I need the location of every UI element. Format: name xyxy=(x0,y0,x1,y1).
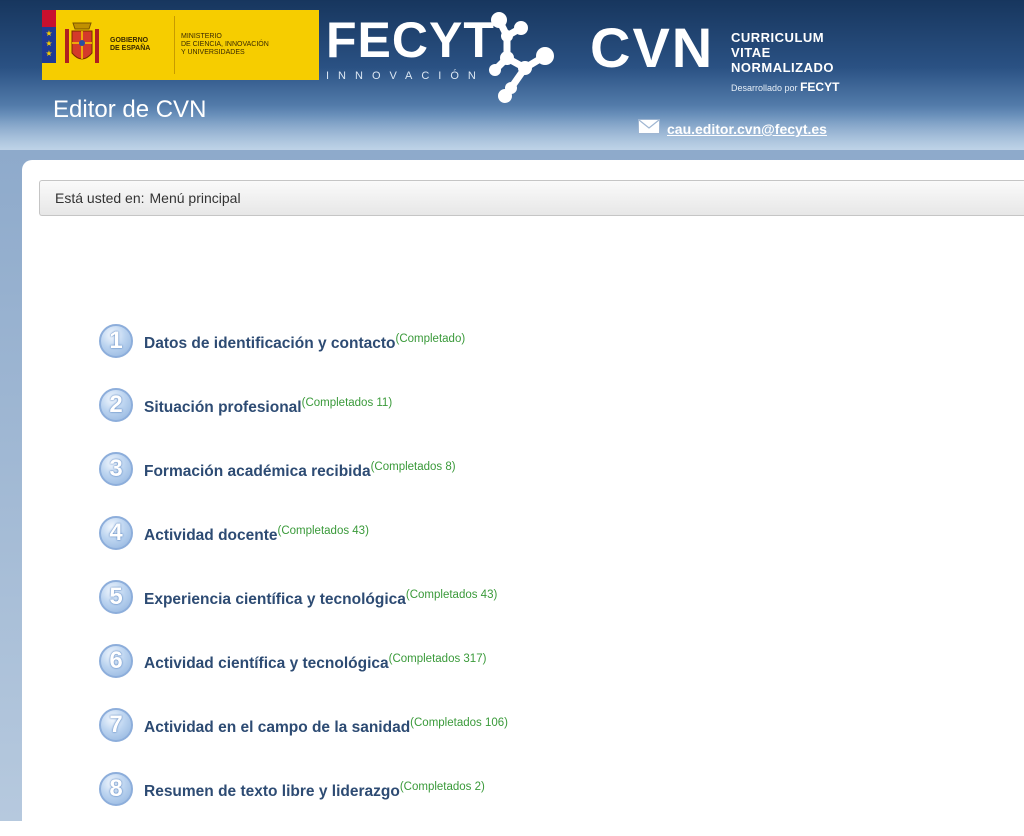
status-badge: (Completados 11) xyxy=(301,397,393,409)
menu-item: 2 Situación profesional (Completados 11) xyxy=(99,388,508,452)
menu-link-resumen-texto-libre[interactable]: Resumen de texto libre y liderazgo xyxy=(144,783,400,801)
eu-flag-strip: ★ ★ ★ xyxy=(42,10,56,80)
menu-link-experiencia-cientifica[interactable]: Experiencia científica y tecnológica xyxy=(144,591,406,609)
main-menu: 1 Datos de identificación y contacto (Co… xyxy=(99,324,508,836)
cvn-subtitle: CURRICULUM VITAE NORMALIZADO xyxy=(731,30,834,75)
header-banner: ★ ★ ★ GOBIERNO DE ESPAÑA MINISTERIO DE CIE… xyxy=(0,0,1024,160)
menu-link-identificacion[interactable]: Datos de identificación y contacto xyxy=(144,335,396,353)
status-badge: (Completados 106) xyxy=(410,717,508,729)
status-badge: (Completados 43) xyxy=(277,525,369,537)
envelope-icon xyxy=(638,119,660,139)
fecyt-molecule-icon xyxy=(485,10,557,109)
menu-item: 8 Resumen de texto libre y liderazgo (Co… xyxy=(99,772,508,836)
app-title: Editor de CVN xyxy=(53,96,207,123)
menu-link-sanidad[interactable]: Actividad en el campo de la sanidad xyxy=(144,719,410,737)
government-text: GOBIERNO DE ESPAÑA xyxy=(110,37,151,52)
menu-item: 7 Actividad en el campo de la sanidad (C… xyxy=(99,708,508,772)
menu-item: 1 Datos de identificación y contacto (Co… xyxy=(99,324,508,388)
fecyt-wordmark: FECYT xyxy=(326,12,495,68)
contact-email[interactable]: cau.editor.cvn@fecyt.es xyxy=(638,119,827,139)
fecyt-logo: FECYT INNOVACIÓN xyxy=(326,12,495,82)
number-badge-icon[interactable]: 4 xyxy=(99,516,133,550)
ministry-text: MINISTERIO DE CIENCIA, INNOVACIÓN Y UNIV… xyxy=(181,33,269,56)
breadcrumb: Está usted en: Menú principal xyxy=(39,180,1024,216)
contact-email-link[interactable]: cau.editor.cvn@fecyt.es xyxy=(667,121,827,137)
status-badge: (Completados 2) xyxy=(399,781,485,793)
government-logo: ★ ★ ★ GOBIERNO DE ESPAÑA MINISTERIO DE CIE… xyxy=(42,10,319,80)
status-badge: (Completados 317) xyxy=(388,653,487,665)
menu-item: 4 Actividad docente (Completados 43) xyxy=(99,516,508,580)
status-badge: (Completados 43) xyxy=(405,589,498,601)
status-badge: (Completado) xyxy=(395,333,466,345)
status-badge: (Completados 8) xyxy=(370,461,456,473)
developed-by: Desarrollado por FECYT xyxy=(731,80,840,94)
number-badge-icon[interactable]: 5 xyxy=(99,580,133,614)
coat-of-arms-icon xyxy=(56,10,108,80)
menu-item: 6 Actividad científica y tecnológica (Co… xyxy=(99,644,508,708)
breadcrumb-label: Está usted en: xyxy=(55,190,145,206)
number-badge-icon[interactable]: 7 xyxy=(99,708,133,742)
menu-link-actividad-docente[interactable]: Actividad docente xyxy=(144,527,278,545)
menu-link-actividad-cientifica[interactable]: Actividad científica y tecnológica xyxy=(144,655,389,673)
fecyt-subtitle: INNOVACIÓN xyxy=(326,70,485,82)
menu-link-situacion-profesional[interactable]: Situación profesional xyxy=(144,399,302,417)
menu-link-formacion-academica[interactable]: Formación académica recibida xyxy=(144,463,371,481)
number-badge-icon[interactable]: 2 xyxy=(99,388,133,422)
cvn-wordmark: CVN xyxy=(590,16,715,79)
breadcrumb-current: Menú principal xyxy=(149,190,241,206)
menu-item: 3 Formación académica recibida (Completa… xyxy=(99,452,508,516)
menu-item: 5 Experiencia científica y tecnológica (… xyxy=(99,580,508,644)
number-badge-icon[interactable]: 8 xyxy=(99,772,133,806)
number-badge-icon[interactable]: 3 xyxy=(99,452,133,486)
star-icon: ★ ★ ★ xyxy=(42,27,56,63)
number-badge-icon[interactable]: 6 xyxy=(99,644,133,678)
number-badge-icon[interactable]: 1 xyxy=(99,324,133,358)
